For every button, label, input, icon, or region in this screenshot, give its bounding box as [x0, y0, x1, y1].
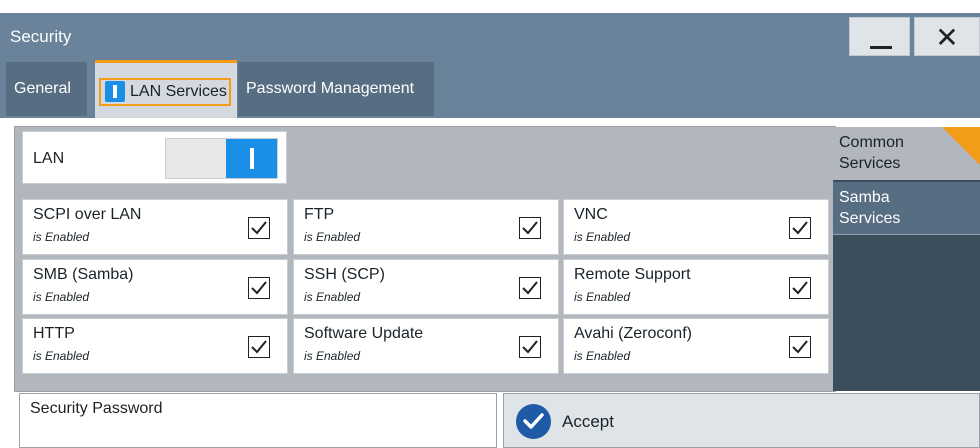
service-name: SCPI over LAN — [33, 206, 142, 223]
service-state: is Enabled — [304, 349, 361, 363]
service-ftp[interactable]: FTP is Enabled — [293, 199, 559, 255]
tab-lan-services[interactable]: LAN Services — [95, 60, 237, 118]
service-state: is Enabled — [33, 230, 90, 244]
checkbox-checked-icon[interactable] — [519, 217, 541, 239]
checkbox-checked-icon[interactable] — [519, 277, 541, 299]
side-nav-label: Common Services — [839, 132, 904, 174]
side-nav-label-line: Samba — [839, 189, 890, 206]
side-nav-label-line: Services — [839, 210, 901, 227]
accept-label: Accept — [562, 412, 614, 431]
service-vnc[interactable]: VNC is Enabled — [563, 199, 829, 255]
window-title: Security — [10, 27, 72, 46]
service-remote-support[interactable]: Remote Support is Enabled — [563, 259, 829, 315]
service-ssh-scp[interactable]: SSH (SCP) is Enabled — [293, 259, 559, 315]
service-state: is Enabled — [304, 230, 361, 244]
security-password-field[interactable]: Security Password — [19, 393, 497, 448]
checkbox-checked-icon[interactable] — [248, 217, 270, 239]
service-smb-samba[interactable]: SMB (Samba) is Enabled — [22, 259, 288, 315]
toggle-on-knob — [226, 139, 277, 178]
minimize-button[interactable] — [849, 17, 910, 56]
service-state: is Enabled — [33, 349, 90, 363]
service-name: Remote Support — [574, 266, 691, 283]
close-button[interactable]: ✕ — [914, 17, 980, 56]
active-corner-marker — [942, 127, 980, 165]
service-state: is Enabled — [304, 290, 361, 304]
service-name: SSH (SCP) — [304, 266, 385, 283]
service-name: Avahi (Zeroconf) — [574, 325, 692, 342]
service-scpi-over-lan[interactable]: SCPI over LAN is Enabled — [22, 199, 288, 255]
close-icon: ✕ — [935, 21, 959, 54]
side-nav-label: Samba Services — [839, 187, 900, 229]
lan-label: LAN — [33, 150, 65, 167]
lan-toggle[interactable] — [165, 138, 278, 179]
service-name: HTTP — [33, 325, 75, 342]
lan-switch-row: LAN — [22, 131, 287, 184]
check-circle-icon — [516, 404, 551, 439]
checkbox-checked-icon[interactable] — [519, 336, 541, 358]
service-software-update[interactable]: Software Update is Enabled — [293, 318, 559, 374]
service-name: Software Update — [304, 325, 424, 342]
tab-general[interactable]: General — [6, 62, 87, 116]
title-bar: Security ✕ — [0, 13, 980, 60]
accept-button[interactable]: Accept — [503, 393, 980, 448]
service-name: SMB (Samba) — [33, 266, 134, 283]
minimize-icon — [870, 46, 892, 49]
side-nav-samba-services[interactable]: Samba Services — [833, 182, 980, 235]
service-name: VNC — [574, 206, 608, 223]
tab-password-management[interactable]: Password Management — [238, 62, 434, 116]
checkbox-checked-icon[interactable] — [248, 277, 270, 299]
tab-label: Password Management — [246, 80, 415, 97]
service-http[interactable]: HTTP is Enabled — [22, 318, 288, 374]
tab-bar: General LAN Services Password Management — [0, 60, 980, 118]
service-name: FTP — [304, 206, 335, 223]
service-state: is Enabled — [574, 349, 631, 363]
service-state: is Enabled — [574, 230, 631, 244]
security-password-label: Security Password — [30, 400, 163, 417]
side-nav-label-line: Services — [839, 155, 901, 172]
checkbox-checked-icon[interactable] — [789, 277, 811, 299]
service-avahi-zeroconf[interactable]: Avahi (Zeroconf) is Enabled — [563, 318, 829, 374]
service-state: is Enabled — [574, 290, 631, 304]
lan-services-icon — [105, 81, 125, 102]
tab-label: General — [14, 80, 71, 97]
service-state: is Enabled — [33, 290, 90, 304]
side-nav-common-services[interactable]: Common Services — [833, 127, 980, 180]
checkbox-checked-icon[interactable] — [789, 336, 811, 358]
checkbox-checked-icon[interactable] — [248, 336, 270, 358]
tab-label: LAN Services — [130, 83, 227, 100]
side-nav-label-line: Common — [839, 134, 904, 151]
checkbox-checked-icon[interactable] — [789, 217, 811, 239]
